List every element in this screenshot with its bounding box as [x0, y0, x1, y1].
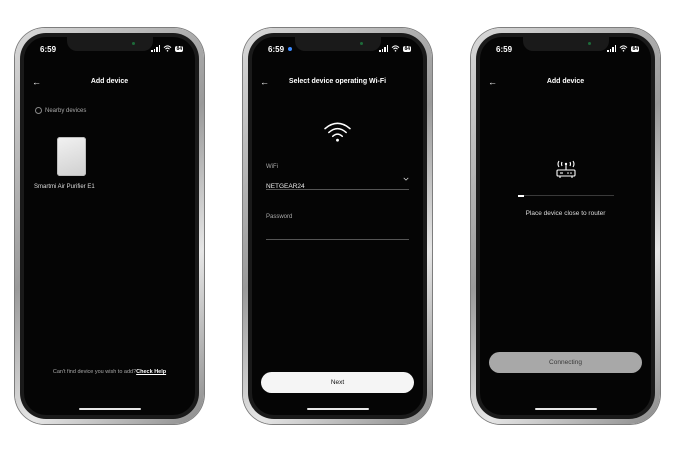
device-name: Smartmi Air Purifier E1	[34, 184, 95, 190]
wifi-select[interactable]: NETGEAR24	[266, 175, 409, 190]
password-label: Password	[266, 214, 293, 220]
phone-3: 6:59 84 ← Add device Place device close …	[471, 28, 660, 424]
air-purifier-image	[57, 137, 86, 176]
page-title: Select device operating Wi-Fi	[288, 78, 387, 85]
wifi-value: NETGEAR24	[266, 183, 305, 190]
phone-2: 6:59 84 ← Select device operating Wi-Fi …	[243, 28, 432, 424]
status-time: 6:59	[268, 45, 285, 54]
signal-icon	[151, 45, 161, 52]
router-icon	[556, 160, 576, 178]
signal-icon	[607, 45, 617, 52]
location-dot-icon	[288, 47, 292, 51]
device-card[interactable]: Smartmi Air Purifier E1	[34, 132, 104, 202]
progress-track	[518, 194, 614, 197]
connecting-message: Place device close to router	[525, 210, 606, 217]
battery-icon: 84	[403, 45, 411, 52]
home-indicator	[534, 408, 597, 410]
status-time: 6:59	[40, 45, 57, 54]
footer-text: Can't find device you wish to add?	[52, 369, 137, 375]
wifi-status-icon	[164, 45, 172, 52]
connecting-screen: 6:59 84 ← Add device Place device close …	[480, 37, 651, 415]
password-input[interactable]	[266, 223, 409, 240]
page-title: Add device	[90, 78, 129, 85]
battery-icon: 84	[175, 45, 183, 52]
wifi-label: WiFi	[266, 164, 278, 170]
status-bar: 6:59 84	[268, 45, 411, 55]
page-title: Add device	[546, 78, 585, 85]
next-button[interactable]: Next	[261, 372, 414, 393]
status-time: 6:59	[496, 45, 513, 54]
status-bar: 6:59 84	[40, 45, 183, 55]
status-bar: 6:59 84	[496, 45, 639, 55]
wifi-status-icon	[392, 45, 400, 52]
wifi-status-icon	[620, 45, 628, 52]
home-indicator	[306, 408, 369, 410]
battery-icon: 84	[631, 45, 639, 52]
connecting-button: Connecting	[489, 352, 642, 373]
nearby-devices-header: Nearby devices	[35, 107, 86, 114]
progress-fill	[518, 194, 524, 197]
phone-1: 6:59 84 ← Add device Nearby devices Smar…	[15, 28, 204, 424]
add-device-screen: 6:59 84 ← Add device Nearby devices Smar…	[24, 37, 195, 415]
footer-help: Can't find device you wish to add?Check …	[24, 369, 195, 375]
wifi-select-screen: 6:59 84 ← Select device operating Wi-Fi …	[252, 37, 423, 415]
check-help-link[interactable]: Check Help	[136, 369, 166, 375]
chevron-down-icon	[403, 177, 409, 181]
nearby-devices-label: Nearby devices	[45, 107, 87, 114]
signal-icon	[379, 45, 389, 52]
wifi-icon	[324, 122, 351, 142]
home-indicator	[78, 408, 141, 410]
scanning-icon	[35, 107, 42, 114]
